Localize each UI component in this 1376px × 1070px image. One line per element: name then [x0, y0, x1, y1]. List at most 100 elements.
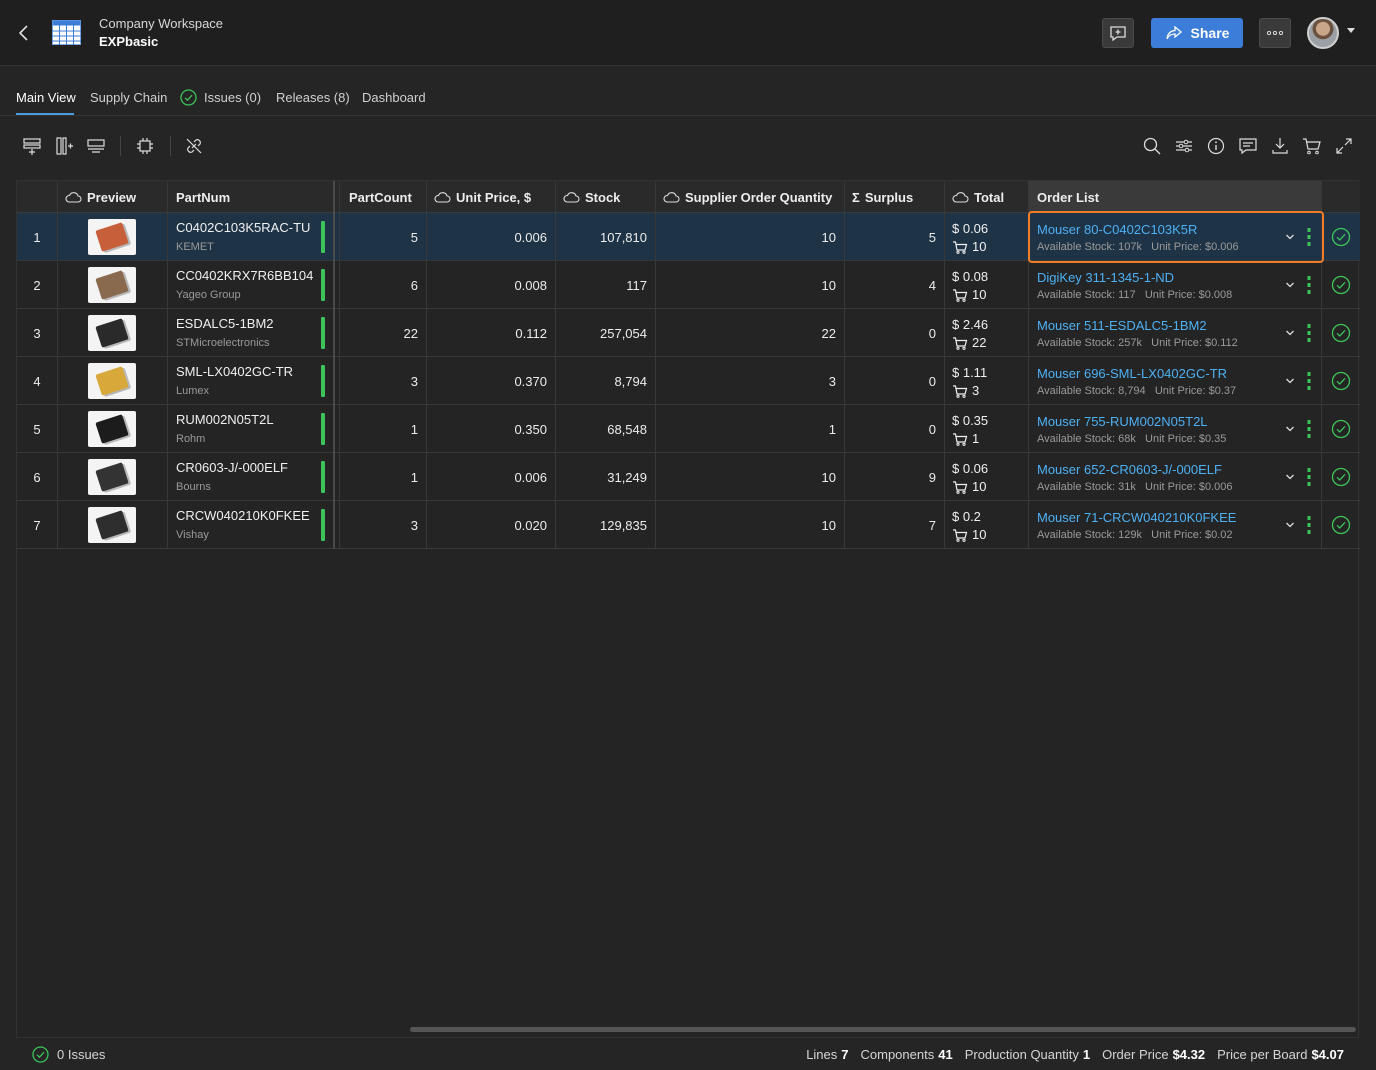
surplus[interactable]: 5 [844, 213, 936, 261]
part-preview-image[interactable] [88, 219, 136, 255]
frozen-column-divider[interactable] [333, 181, 335, 549]
stock[interactable]: 129,835 [555, 501, 647, 549]
surplus[interactable]: 4 [844, 261, 936, 309]
unit-price[interactable]: 0.006 [426, 453, 547, 501]
kebab-menu-icon[interactable] [1307, 515, 1311, 535]
more-options-button[interactable] [1259, 18, 1291, 48]
share-button[interactable]: Share [1151, 18, 1243, 48]
part-preview-image[interactable] [88, 411, 136, 447]
part-count[interactable]: 3 [339, 357, 418, 405]
chevron-down-icon[interactable] [1347, 28, 1355, 33]
chevron-down-icon[interactable] [1285, 520, 1295, 530]
comment-icon[interactable] [1238, 136, 1258, 156]
column-header-unit-price[interactable]: Unit Price, $ [434, 181, 531, 213]
kebab-menu-icon[interactable] [1307, 323, 1311, 343]
part-count[interactable]: 6 [339, 261, 418, 309]
expand-icon[interactable] [1334, 136, 1354, 156]
add-row-icon[interactable] [22, 136, 42, 156]
part-number[interactable]: CR0603-J/-000ELF [176, 460, 288, 475]
part-count[interactable]: 3 [339, 501, 418, 549]
table-row[interactable]: 6 CR0603-J/-000ELF Bourns 1 0.006 31,249 10 9 $ … [17, 453, 1360, 501]
column-header-supplier-order-quantity[interactable]: Supplier Order Quantity [663, 181, 832, 213]
kebab-menu-icon[interactable] [1307, 275, 1311, 295]
column-header-partcount[interactable]: PartCount [349, 181, 412, 213]
order-list-supplier-link[interactable]: Mouser 755-RUM002N05T2L [1037, 414, 1208, 429]
kebab-menu-icon[interactable] [1307, 419, 1311, 439]
tab-releases[interactable]: Releases (8) [276, 90, 350, 105]
search-icon[interactable] [1142, 136, 1162, 156]
add-column-icon[interactable] [54, 136, 74, 156]
horizontal-scrollbar[interactable] [410, 1027, 1356, 1032]
stock[interactable]: 107,810 [555, 213, 647, 261]
kebab-menu-icon[interactable] [1307, 371, 1311, 391]
supplier-order-quantity[interactable]: 1 [655, 405, 836, 453]
chevron-down-icon[interactable] [1285, 280, 1295, 290]
info-icon[interactable] [1206, 136, 1226, 156]
tab-issues[interactable]: Issues (0) [204, 90, 261, 105]
order-list-supplier-link[interactable]: Mouser 71-CRCW040210K0FKEE [1037, 510, 1236, 525]
stock[interactable]: 117 [555, 261, 647, 309]
part-number[interactable]: CC0402KRX7R6BB104 [176, 268, 313, 283]
chevron-down-icon[interactable] [1285, 424, 1295, 434]
part-count[interactable]: 22 [339, 309, 418, 357]
order-list-supplier-link[interactable]: Mouser 511-ESDALC5-1BM2 [1037, 318, 1207, 333]
table-row[interactable]: 3 ESDALC5-1BM2 STMicroelectronics 22 0.112 25… [17, 309, 1360, 357]
add-comment-button[interactable] [1102, 18, 1134, 48]
surplus[interactable]: 0 [844, 357, 936, 405]
stock[interactable]: 31,249 [555, 453, 647, 501]
order-list-supplier-link[interactable]: DigiKey 311-1345-1-ND [1037, 270, 1174, 285]
part-number[interactable]: SML-LX0402GC-TR [176, 364, 293, 379]
column-header-preview[interactable]: Preview [65, 181, 136, 213]
part-count[interactable]: 5 [339, 213, 418, 261]
stock[interactable]: 8,794 [555, 357, 647, 405]
unit-price[interactable]: 0.112 [426, 309, 547, 357]
order-list-supplier-link[interactable]: Mouser 80-C0402C103K5R [1037, 222, 1197, 237]
filter-icon[interactable] [1174, 136, 1194, 156]
order-list-supplier-link[interactable]: Mouser 652-CR0603-J/-000ELF [1037, 462, 1222, 477]
surplus[interactable]: 0 [844, 405, 936, 453]
supplier-order-quantity[interactable]: 10 [655, 213, 836, 261]
part-preview-image[interactable] [88, 363, 136, 399]
column-header-stock[interactable]: Stock [563, 181, 620, 213]
surplus[interactable]: 9 [844, 453, 936, 501]
row-layout-icon[interactable] [86, 136, 106, 156]
chevron-down-icon[interactable] [1285, 472, 1295, 482]
part-count[interactable]: 1 [339, 453, 418, 501]
part-number[interactable]: RUM002N05T2L [176, 412, 274, 427]
table-row[interactable]: 5 RUM002N05T2L Rohm 1 0.350 68,548 1 0 $ 0.35 1 Mo… [17, 405, 1360, 453]
chevron-down-icon[interactable] [1285, 328, 1295, 338]
stock[interactable]: 257,054 [555, 309, 647, 357]
supplier-order-quantity[interactable]: 10 [655, 453, 836, 501]
part-number[interactable]: CRCW040210K0FKEE [176, 508, 310, 523]
column-header-order-list[interactable]: Order List [1028, 181, 1321, 213]
unit-price[interactable]: 0.006 [426, 213, 547, 261]
user-avatar[interactable] [1307, 17, 1339, 49]
kebab-menu-icon[interactable] [1307, 227, 1311, 247]
chip-icon[interactable] [135, 136, 155, 156]
kebab-menu-icon[interactable] [1307, 467, 1311, 487]
surplus[interactable]: 0 [844, 309, 936, 357]
supplier-order-quantity[interactable]: 3 [655, 357, 836, 405]
unit-price[interactable]: 0.350 [426, 405, 547, 453]
tab-supply-chain[interactable]: Supply Chain [90, 90, 167, 105]
supplier-order-quantity[interactable]: 10 [655, 261, 836, 309]
part-count[interactable]: 1 [339, 405, 418, 453]
unlink-icon[interactable] [184, 136, 204, 156]
part-number[interactable]: C0402C103K5RAC-TU [176, 220, 310, 235]
table-row[interactable]: 7 CRCW040210K0FKEE Vishay 3 0.020 129,835 10 7 $… [17, 501, 1360, 549]
issues-indicator[interactable]: 0 Issues [32, 1046, 105, 1063]
surplus[interactable]: 7 [844, 501, 936, 549]
table-row[interactable]: 4 SML-LX0402GC-TR Lumex 3 0.370 8,794 3 0 $ 1.11… [17, 357, 1360, 405]
tab-main-view[interactable]: Main View [16, 90, 76, 105]
unit-price[interactable]: 0.370 [426, 357, 547, 405]
unit-price[interactable]: 0.008 [426, 261, 547, 309]
chevron-down-icon[interactable] [1285, 376, 1295, 386]
download-icon[interactable] [1270, 136, 1290, 156]
stock[interactable]: 68,548 [555, 405, 647, 453]
column-header-partnum[interactable]: PartNum [176, 181, 230, 213]
supplier-order-quantity[interactable]: 10 [655, 501, 836, 549]
cart-icon[interactable] [1302, 136, 1322, 156]
chevron-down-icon[interactable] [1285, 232, 1295, 242]
column-header-surplus[interactable]: Σ Surplus [852, 181, 913, 213]
back-arrow-icon[interactable] [16, 22, 32, 44]
